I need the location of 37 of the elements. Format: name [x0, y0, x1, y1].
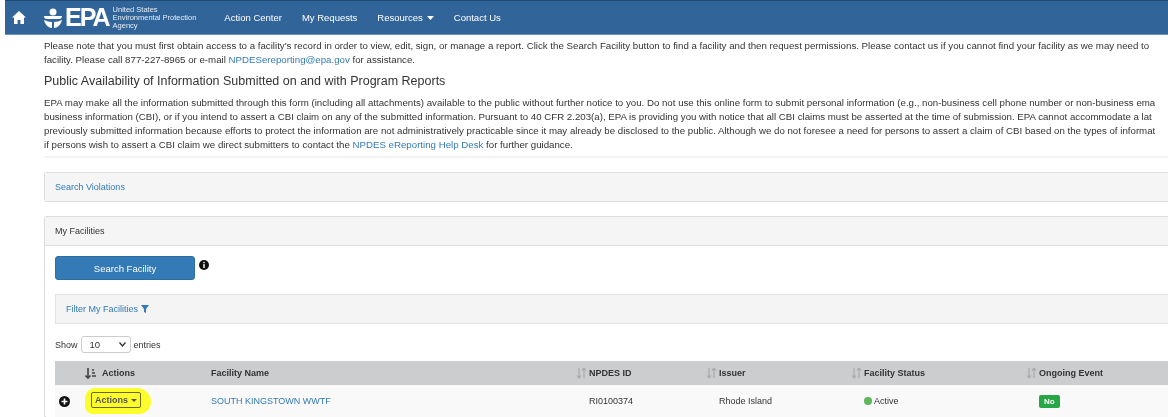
- status-badge: No: [1039, 394, 1060, 408]
- section-heading: Public Availability of Information Submitted on and with Program Reports: [44, 73, 446, 90]
- filter-icon: [141, 305, 149, 313]
- seal-icon: [42, 6, 64, 29]
- expand-icon[interactable]: [59, 395, 70, 407]
- nav-link[interactable]: My Requests: [291, 12, 368, 23]
- notice-text: Please note that you must first obtain access to a facility's record in order to view, edit, sign, or manage a report. Click the Search Facility button to find a facility and then request permissions. Please contact us if you cannot find your facility as we may need to facility. Please call 877-227-8965 or e-mail NPDESereporting@epa.gov for assistance.: [44, 39, 1151, 67]
- nav-link[interactable]: Resources: [367, 12, 444, 23]
- column-header[interactable]: Facility Name: [211, 368, 270, 378]
- status-label: Active: [874, 396, 899, 406]
- column-header[interactable]: Facility Status: [864, 368, 926, 378]
- column-header[interactable]: Issuer: [719, 368, 746, 378]
- filter-link[interactable]: Filter My Facilities: [66, 304, 149, 314]
- sort-icon[interactable]: [85, 367, 96, 379]
- link[interactable]: NPDES eReporting Help Desk: [352, 139, 484, 150]
- disclaimer-text: EPA may make all the information submitted through this form (including all attachments) available to the public without further notice to you. Do not use this online form to submit personal information (e.g., non-business cell phone number or non-business ema business information (CBI), or if you intend to assert a CBI claim on any of the submitted information. Pursuant to 40 CFR 2.203(a), EPA is providing you with notice that all CBI claims must be asserted at the time of submission. EPA cannot accommodate a lat previously submitted information because efforts to protect the information are not administratively practicable since it may already be disclosed to the public. Although we do not foresee a need for persons to assert a claim of CBI based on the types of informat if persons wish to assert a CBI claim we direct submitters to contact the NPDES eReporting Help Desk for further guidance.: [44, 96, 1157, 152]
- caret-icon: [131, 398, 137, 402]
- facility-link[interactable]: SOUTH KINGSTOWN WWTF: [211, 396, 331, 406]
- home-icon[interactable]: [12, 11, 26, 24]
- entries-label: entries: [133, 339, 161, 350]
- logo[interactable]: EPA: [42, 5, 109, 30]
- table-cell: Rhode Island: [719, 385, 864, 417]
- column-header[interactable]: NPDES ID: [589, 368, 632, 378]
- nav-link[interactable]: Action Center: [214, 12, 292, 23]
- panel-header[interactable]: Search Violations: [45, 173, 1168, 201]
- search-facility-button[interactable]: Search Facility: [55, 256, 195, 280]
- column-header[interactable]: Ongoing Event: [1039, 368, 1103, 378]
- column-header[interactable]: Actions: [102, 368, 135, 378]
- info-icon[interactable]: [199, 260, 209, 270]
- entries-select[interactable]: 10: [80, 336, 131, 353]
- panel-header: My Facilities: [45, 217, 1168, 245]
- nav-link[interactable]: Contact Us: [443, 12, 511, 23]
- actions-button[interactable]: Actions: [91, 392, 141, 408]
- table-cell: RI0100374: [589, 385, 719, 417]
- show-label: Show: [55, 339, 78, 350]
- chevron-icon: [118, 342, 126, 347]
- link[interactable]: NPDESereporting@epa.gov: [228, 54, 350, 65]
